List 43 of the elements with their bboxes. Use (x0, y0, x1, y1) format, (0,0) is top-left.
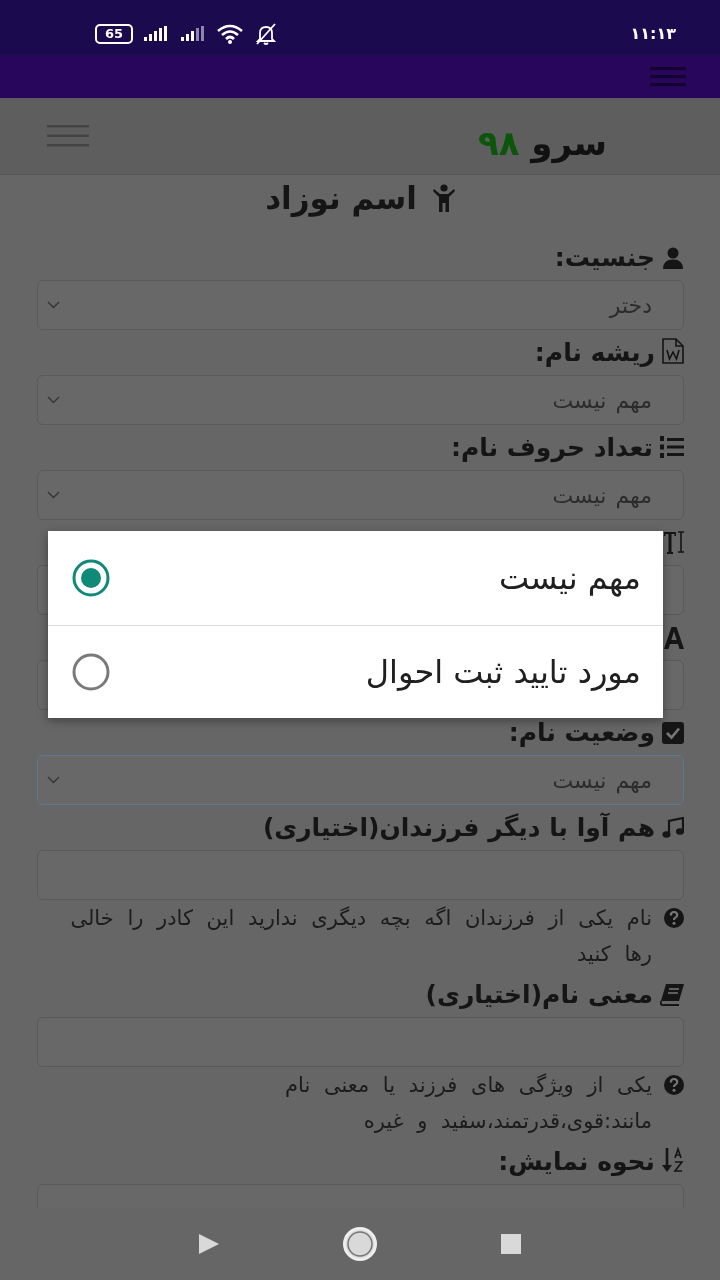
chevron-down-icon (47, 776, 60, 784)
text-size-icon (664, 530, 684, 554)
field-label: هم آوا با دیگر فرزندان(اختیاری) (262, 814, 655, 842)
check-square-icon (662, 722, 684, 744)
field-label: معنی نام(اختیاری) (425, 981, 653, 1009)
bell-off-icon (255, 22, 278, 45)
wifi-icon (216, 23, 245, 44)
radio-option[interactable]: مورد تایید ثبت احوال (48, 625, 663, 718)
select-field[interactable]: مهم نیست (37, 470, 684, 520)
recents-icon[interactable] (501, 1234, 521, 1254)
menu-icon[interactable] (47, 125, 89, 147)
select-field[interactable]: مهم نیست (37, 375, 684, 425)
document-icon (662, 338, 684, 364)
help-text: نام یکی از فرزندان اگه بچه دیگری ندارید این کادر را خالی رها کنید (69, 905, 652, 968)
site-logo[interactable]: سرو ۹۸ (477, 109, 607, 163)
back-icon[interactable] (199, 1234, 219, 1254)
sort-icon (662, 1147, 684, 1173)
numbered-list-icon (660, 435, 684, 459)
status-time: ۱۱:۱۳ (630, 24, 676, 43)
book-icon (660, 984, 684, 1006)
field-label: نحوه نمایش: (498, 1148, 655, 1176)
music-note-icon (662, 817, 684, 839)
help-icon (664, 1075, 684, 1095)
chevron-down-icon (47, 491, 60, 499)
chevron-down-icon (47, 301, 60, 309)
battery-indicator: 65 (95, 23, 134, 44)
help-icon (664, 908, 684, 928)
select-field[interactable]: مهم نیست (37, 755, 684, 805)
field-label: جنسیت: (554, 244, 655, 272)
page-title: اسم نوزاد (265, 178, 417, 218)
field-label: تعداد حروف نام: (451, 434, 653, 462)
child-icon (432, 183, 455, 212)
field-label: ریشه نام: (534, 339, 655, 367)
font-icon (664, 627, 684, 649)
home-icon[interactable] (343, 1227, 377, 1261)
field-label: وضعیت نام: (508, 719, 655, 747)
help-text: یکی از ویژگی های فرزند یا معنی نام مانند:قوی،قدرتمند،سفید و غیره (284, 1072, 652, 1135)
user-icon (662, 247, 684, 269)
radio-option[interactable]: مهم نیست (48, 531, 663, 625)
signal-icon (181, 26, 206, 41)
menu-icon[interactable] (650, 66, 686, 87)
chevron-down-icon (47, 396, 60, 404)
select-field[interactable]: دختر (37, 280, 684, 330)
